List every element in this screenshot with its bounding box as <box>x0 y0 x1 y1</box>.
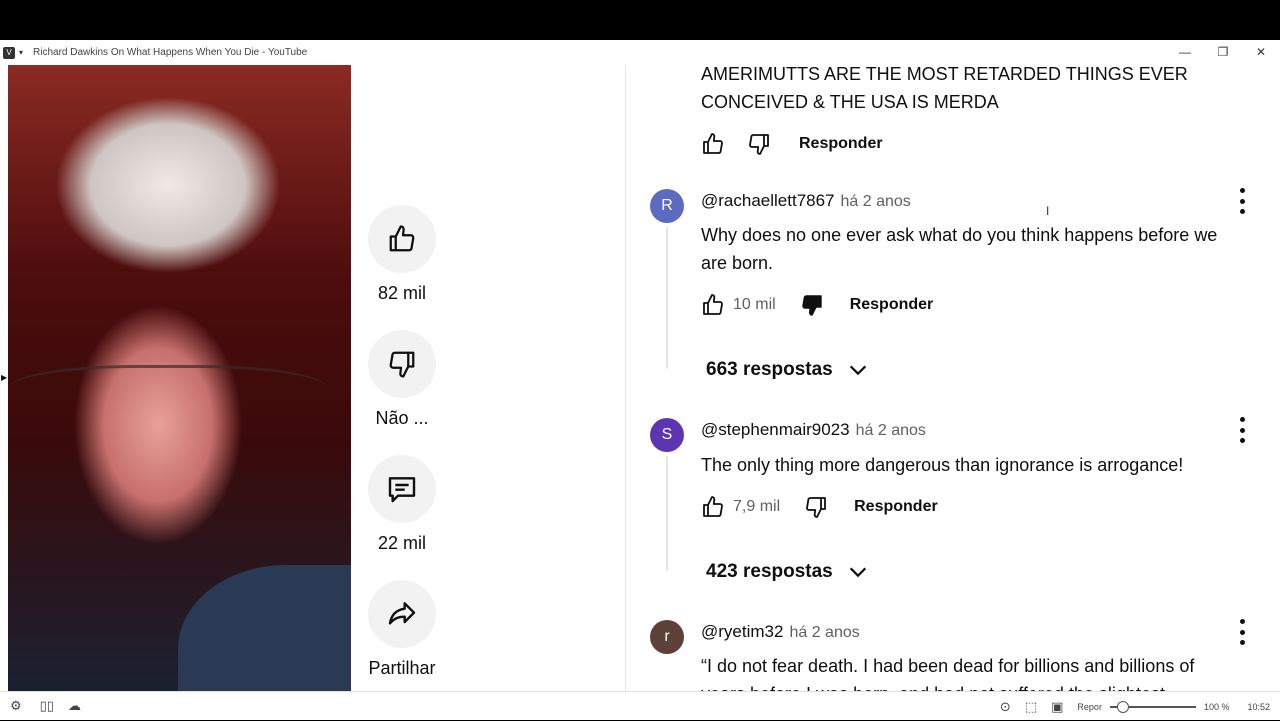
comment-time[interactable]: há 2 anos <box>789 624 859 642</box>
like-button[interactable] <box>368 205 436 273</box>
tiling-icon[interactable]: ⬚ <box>1025 699 1037 715</box>
close-button[interactable]: ✕ <box>1242 40 1280 65</box>
reply-button[interactable]: Responder <box>850 296 934 314</box>
comments-section: AMERIMUTTS ARE THE MOST RETARDED THINGS … <box>636 65 1280 691</box>
comment-author[interactable]: @ryetim32 <box>701 622 783 642</box>
vivaldi-icon[interactable]: V <box>3 46 15 59</box>
comment-header: @stephenmair9023 há 2 anos <box>701 420 926 440</box>
comment-time[interactable]: há 2 anos <box>856 422 926 440</box>
thumbs-up-icon[interactable] <box>701 495 725 519</box>
video-frame-detail <box>178 565 351 691</box>
panel-toggle-icon[interactable]: ▯▯ <box>40 698 54 714</box>
comments-count: 22 mil <box>377 533 426 553</box>
comment-text-line: are born. <box>701 253 774 273</box>
thumbs-down-icon[interactable] <box>747 132 771 156</box>
more-options-icon[interactable] <box>1236 417 1248 443</box>
comment-icon <box>388 477 416 503</box>
comment-toolbar: 10 mil Responder <box>701 291 933 319</box>
zoom-level: 100 % <box>1203 701 1230 712</box>
replies-count: 663 respostas <box>706 359 833 380</box>
comment-text-line: Why does no one ever ask what do you thi… <box>701 225 1218 245</box>
thumbs-down-icon[interactable] <box>804 495 828 519</box>
comment-text: The only thing more dangerous than ignor… <box>701 451 1271 479</box>
dislike-button[interactable] <box>368 330 436 398</box>
replies-toggle[interactable]: 663 respostas <box>706 359 869 381</box>
avatar-letter: R <box>661 197 673 214</box>
comment-text-line: “I do not fear death. I had been dead fo… <box>701 656 1195 676</box>
comment-text-line: AMERIMUTTS ARE THE MOST RETARDED THINGS … <box>701 65 1188 84</box>
chevron-down-icon[interactable]: ▾ <box>19 48 23 57</box>
avatar[interactable]: S <box>650 418 684 452</box>
comment-header: @ryetim32 há 2 anos <box>701 622 860 642</box>
like-action[interactable]: 82 mil <box>366 205 438 304</box>
video-player[interactable] <box>8 65 351 691</box>
cloud-icon[interactable]: ☁ <box>68 698 81 714</box>
replies-count: 423 respostas <box>706 561 833 582</box>
chevron-down-icon <box>849 567 866 578</box>
comments-action[interactable]: 22 mil <box>366 455 438 554</box>
thumbs-down-filled-icon[interactable] <box>800 293 824 317</box>
share-icon <box>388 602 416 625</box>
chevron-down-icon <box>849 365 866 376</box>
window-title: Richard Dawkins On What Happens When You… <box>33 47 308 58</box>
comment-toolbar: 7,9 mil Responder <box>701 493 938 521</box>
browser-status-bar: ⚙ ▯▯ ☁ ⊙ ⬚ ▣ Repor 100 % 10:52 <box>0 691 1280 720</box>
restore-button[interactable]: ❐ <box>1204 40 1242 65</box>
youtube-page: ▶ 82 mil Não ... 22 mil Partilhar AMERIM… <box>0 65 1280 691</box>
comment-text-line: The only thing more dangerous than ignor… <box>701 455 1184 475</box>
comment-text-line: years before I was born, and had not suf… <box>701 680 1271 691</box>
chevron-right-icon[interactable]: ▶ <box>1 373 7 382</box>
reset-zoom-button[interactable]: Repor <box>1077 702 1102 712</box>
comment-author[interactable]: @stephenmair9023 <box>701 420 850 440</box>
more-options-icon[interactable] <box>1236 619 1248 645</box>
replies-toggle[interactable]: 423 respostas <box>706 561 869 583</box>
like-count: 82 mil <box>377 283 426 303</box>
thumbs-down-icon <box>389 351 415 378</box>
avatar-letter: S <box>661 426 673 443</box>
thumbs-up-icon <box>389 225 415 252</box>
zoom-slider[interactable] <box>1109 700 1196 713</box>
capture-icon[interactable]: ⊙ <box>1000 699 1011 715</box>
clock: 10:52 <box>1247 701 1270 712</box>
reply-button[interactable]: Responder <box>799 135 883 153</box>
share-label: Partilhar <box>368 658 436 678</box>
reply-button[interactable]: Responder <box>854 498 938 516</box>
comment-text-line: CONCEIVED & THE USA IS MERDA <box>701 92 999 112</box>
window-titlebar: V ▾ Richard Dawkins On What Happens When… <box>0 40 1280 65</box>
dislike-label: Não ... <box>375 408 429 428</box>
more-options-icon[interactable] <box>1236 188 1248 214</box>
text-cursor-icon: I <box>1046 204 1050 218</box>
comment-author[interactable]: @rachaellett7867 <box>701 191 835 211</box>
video-frame-detail <box>8 365 328 425</box>
comment-time[interactable]: há 2 anos <box>841 193 911 211</box>
comment-header: @rachaellett7867 há 2 anos <box>701 191 911 211</box>
settings-icon[interactable]: ⚙ <box>10 698 22 714</box>
image-toggle-icon[interactable]: ▣ <box>1051 699 1063 715</box>
thread-line <box>666 456 668 571</box>
like-count: 10 mil <box>733 296 776 313</box>
comment-text: AMERIMUTTS ARE THE MOST RETARDED THINGS … <box>701 65 1271 116</box>
thumbs-up-icon[interactable] <box>701 132 725 156</box>
thumbs-up-icon[interactable] <box>701 293 725 317</box>
avatar-letter: r <box>664 628 670 645</box>
dislike-action[interactable]: Não ... <box>366 330 438 429</box>
thread-line <box>666 227 668 369</box>
panel-divider <box>625 65 626 691</box>
comments-button[interactable] <box>368 455 436 523</box>
comment-toolbar: Responder <box>701 130 883 158</box>
top-black-bar <box>0 0 1280 40</box>
minimize-button[interactable]: — <box>1166 40 1204 65</box>
comment-text: “I do not fear death. I had been dead fo… <box>701 652 1271 691</box>
share-button[interactable] <box>368 580 436 648</box>
avatar[interactable]: R <box>650 189 684 223</box>
zoom-slider-knob[interactable] <box>1116 700 1129 713</box>
like-count: 7,9 mil <box>733 498 781 515</box>
comment-text: Why does no one ever ask what do you thi… <box>701 221 1271 277</box>
share-action[interactable]: Partilhar <box>366 580 438 679</box>
avatar[interactable]: r <box>650 620 684 654</box>
